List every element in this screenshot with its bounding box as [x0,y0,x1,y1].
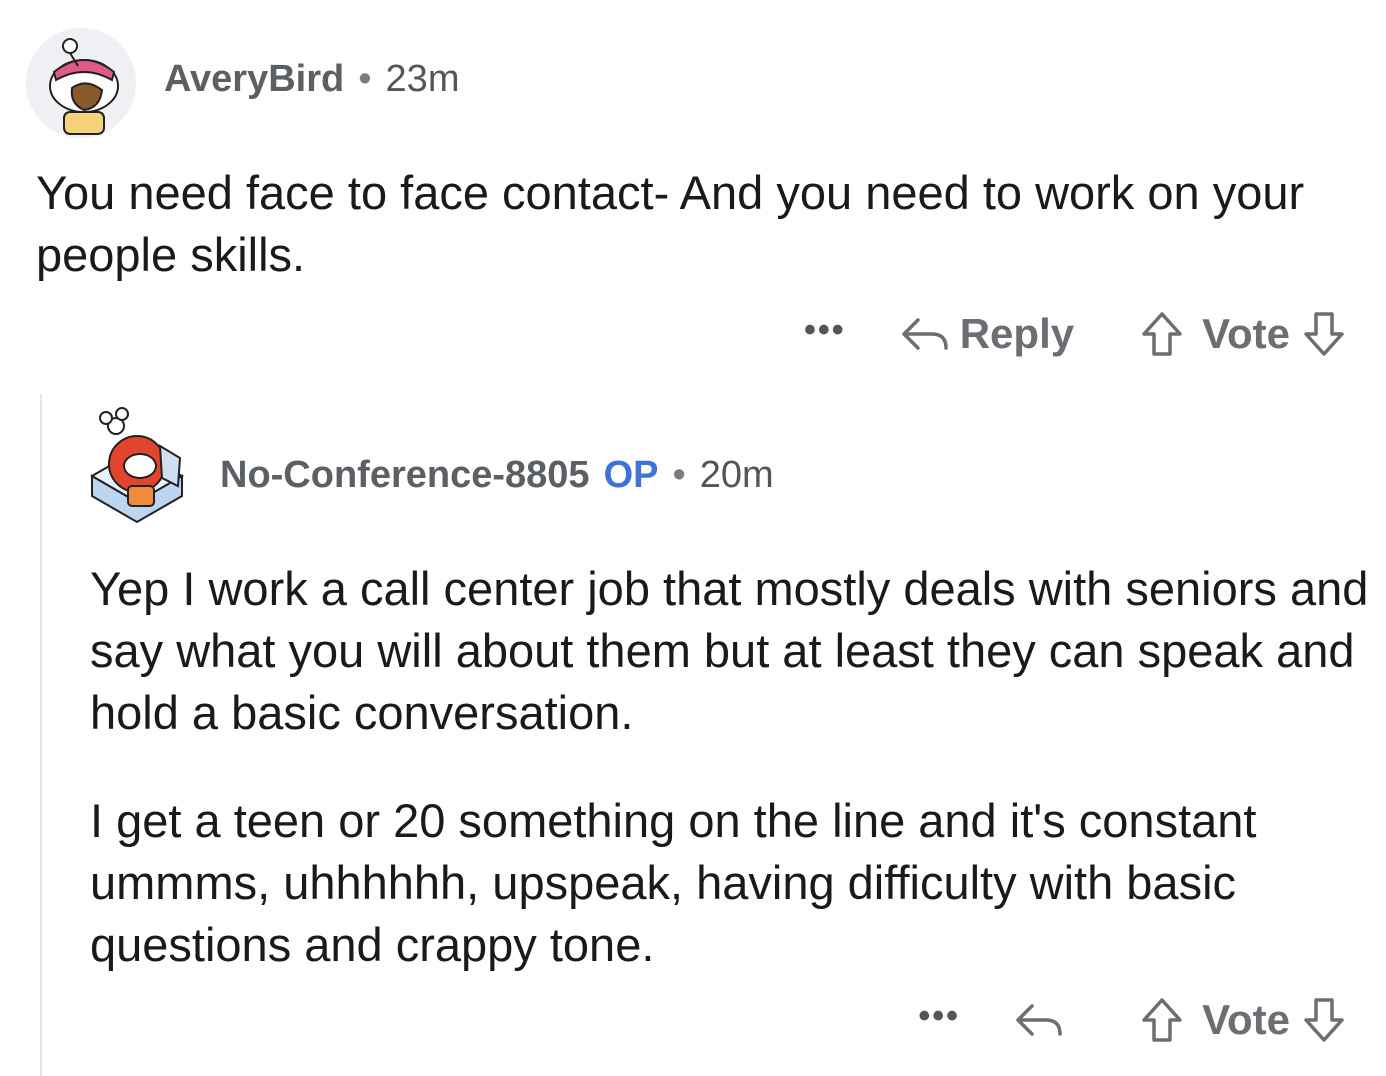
comment-body-paragraph: Yep I work a call center job that mostly… [90,562,1369,739]
vote-label: Vote [1202,996,1290,1043]
downvote-arrow-icon[interactable] [1302,996,1346,1044]
vote-control: Vote [1140,996,1346,1044]
reply-arrow-icon [1016,1004,1062,1036]
upvote-arrow-icon[interactable] [1140,996,1184,1044]
comment-time: 20m [699,454,774,496]
more-options-icon[interactable]: ••• [918,999,960,1034]
avatar[interactable] [82,406,192,524]
comment-meta: No-Conference-8805 OP • 20m [220,454,774,497]
snoo-avatar-icon [90,407,184,524]
author-name[interactable]: No-Conference-8805 [220,454,590,496]
comment-body-paragraph: I get a teen or 20 something on the line… [90,794,1257,971]
op-badge: OP [603,454,659,496]
comment-actions: ••• Vote [918,988,1346,1052]
comment-no-conference-8805: No-Conference-8805 OP • 20m Yep I work a ca… [0,0,1386,1076]
reply-button[interactable] [1014,1000,1074,1040]
meta-separator: • [672,454,686,496]
